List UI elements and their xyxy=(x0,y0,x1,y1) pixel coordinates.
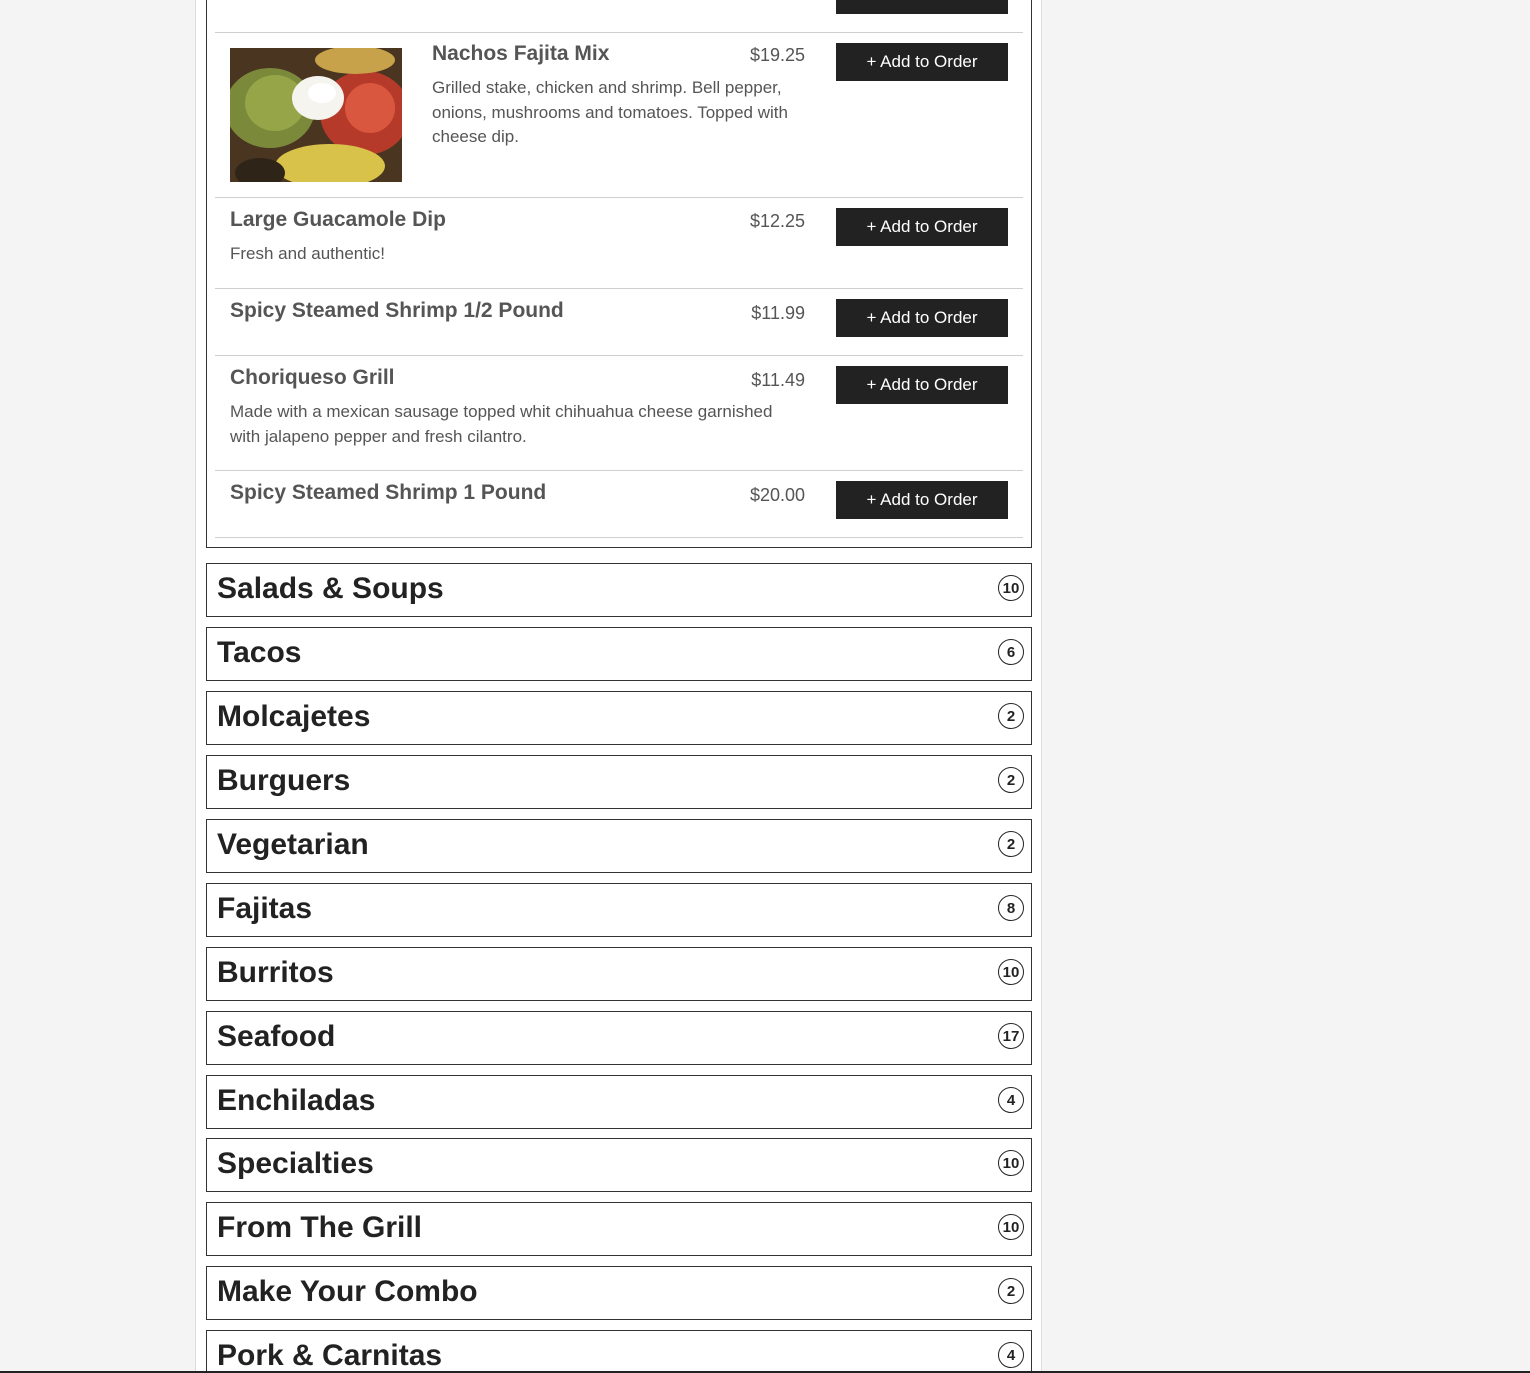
item-name: Large Guacamole Dip xyxy=(230,208,446,231)
menu-item: Spicy Steamed Shrimp 1/2 Pound $11.99 + … xyxy=(215,289,1023,356)
category-count-badge: 2 xyxy=(998,1278,1024,1304)
menu-item: Nachos Fajita Mix $19.25 Grilled stake, … xyxy=(215,33,1023,198)
category-tacos[interactable]: Tacos 6 xyxy=(206,627,1032,681)
add-to-order-button[interactable]: + Add to Order xyxy=(836,208,1008,246)
category-count-badge: 10 xyxy=(998,1150,1024,1176)
category-title: Make Your Combo xyxy=(217,1275,478,1308)
menu-column: + Add to Order Nachos Fajita Mix xyxy=(195,0,1042,1373)
add-to-order-button[interactable]: + Add to Order xyxy=(836,299,1008,337)
item-name: Spicy Steamed Shrimp 1 Pound xyxy=(230,481,547,504)
add-to-order-button[interactable]: + Add to Order xyxy=(836,43,1008,81)
category-seafood[interactable]: Seafood 17 xyxy=(206,1011,1032,1065)
add-to-order-button[interactable]: + Add to Order xyxy=(836,0,1008,14)
category-title: Vegetarian xyxy=(217,828,369,861)
category-title: Seafood xyxy=(217,1020,336,1053)
category-count-badge: 2 xyxy=(998,767,1024,793)
category-vegetarian[interactable]: Vegetarian 2 xyxy=(206,819,1032,873)
item-price: $11.99 xyxy=(751,303,805,323)
menu-item: Large Guacamole Dip $12.25 Fresh and aut… xyxy=(215,198,1023,289)
category-pork-carnitas[interactable]: Pork & Carnitas 4 xyxy=(206,1330,1032,1373)
category-title: Specialties xyxy=(217,1147,374,1180)
category-title: Enchiladas xyxy=(217,1084,376,1117)
category-count-badge: 4 xyxy=(998,1087,1024,1113)
category-count-badge: 6 xyxy=(998,639,1024,665)
category-title: Fajitas xyxy=(217,892,313,925)
menu-item: + Add to Order xyxy=(215,0,1023,33)
category-title: Burguers xyxy=(217,764,351,797)
category-make-your-combo[interactable]: Make Your Combo 2 xyxy=(206,1266,1032,1320)
category-from-the-grill[interactable]: From The Grill 10 xyxy=(206,1202,1032,1256)
item-name: Spicy Steamed Shrimp 1/2 Pound xyxy=(230,299,564,322)
item-description: Grilled stake, chicken and shrimp. Bell … xyxy=(432,78,788,146)
add-to-order-button[interactable]: + Add to Order xyxy=(836,366,1008,404)
category-count-badge: 10 xyxy=(998,575,1024,601)
category-count-badge: 10 xyxy=(998,1214,1024,1240)
food-photo-icon xyxy=(230,48,402,182)
category-burguers[interactable]: Burguers 2 xyxy=(206,755,1032,809)
category-specialties[interactable]: Specialties 10 xyxy=(206,1138,1032,1192)
category-burritos[interactable]: Burritos 10 xyxy=(206,947,1032,1001)
item-price: $12.25 xyxy=(749,211,805,231)
category-salads-soups[interactable]: Salads & Soups 10 xyxy=(206,563,1032,617)
add-to-order-button[interactable]: + Add to Order xyxy=(836,481,1008,519)
category-count-badge: 2 xyxy=(998,703,1024,729)
category-title: From The Grill xyxy=(217,1211,423,1244)
open-category-appetizers: + Add to Order Nachos Fajita Mix xyxy=(206,0,1032,548)
item-price: $19.25 xyxy=(749,45,805,65)
category-title: Burritos xyxy=(217,956,334,989)
item-description: Made with a mexican sausage topped whit … xyxy=(230,402,773,446)
category-title: Molcajetes xyxy=(217,700,371,733)
category-title: Pork & Carnitas xyxy=(217,1339,443,1372)
item-name: Choriqueso Grill xyxy=(230,366,395,389)
category-count-badge: 2 xyxy=(998,831,1024,857)
category-count-badge: 8 xyxy=(998,895,1024,921)
menu-item: Spicy Steamed Shrimp 1 Pound $20.00 + Ad… xyxy=(215,471,1023,538)
item-description: Fresh and authentic! xyxy=(230,244,385,263)
item-name: Nachos Fajita Mix xyxy=(432,42,610,65)
nachos-fajita-mix-photo xyxy=(230,48,402,182)
category-fajitas[interactable]: Fajitas 8 xyxy=(206,883,1032,937)
category-molcajetes[interactable]: Molcajetes 2 xyxy=(206,691,1032,745)
category-count-badge: 10 xyxy=(998,959,1024,985)
category-title: Tacos xyxy=(217,636,302,669)
item-price: $11.49 xyxy=(751,370,805,390)
category-count-badge: 4 xyxy=(998,1342,1024,1368)
item-price: $20.00 xyxy=(749,485,805,505)
category-enchiladas[interactable]: Enchiladas 4 xyxy=(206,1075,1032,1129)
menu-item: Choriqueso Grill $11.49 Made with a mexi… xyxy=(215,356,1023,471)
category-count-badge: 17 xyxy=(998,1023,1024,1049)
category-title: Salads & Soups xyxy=(217,572,444,605)
